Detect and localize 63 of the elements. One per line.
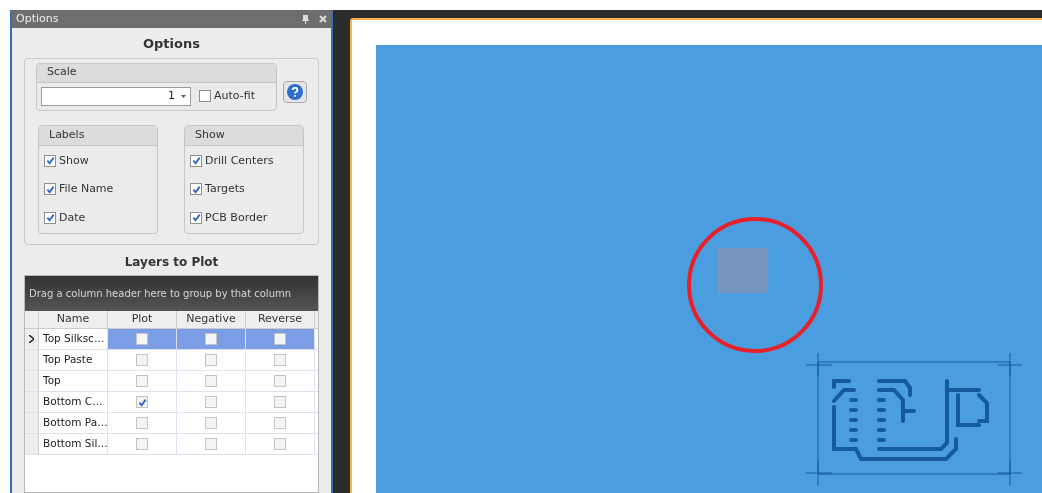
check-icon — [45, 184, 55, 194]
caret-icon — [181, 94, 186, 98]
check-icon — [45, 213, 55, 223]
checkbox[interactable] — [274, 333, 286, 345]
checkbox-label: Show — [59, 152, 89, 169]
checkbox[interactable] — [136, 333, 148, 345]
checkbox[interactable] — [136, 375, 148, 387]
checkbox[interactable] — [274, 417, 286, 429]
table-row[interactable]: Top — [25, 371, 318, 392]
checkbox[interactable] — [199, 90, 211, 102]
checkbox[interactable] — [274, 438, 286, 450]
group-title: Labels — [49, 126, 85, 143]
checkbox[interactable] — [274, 396, 286, 408]
table-row[interactable]: Bottom Pa… — [25, 413, 318, 434]
help-button[interactable] — [283, 80, 307, 103]
group-title: Scale — [47, 64, 77, 81]
checkbox-label: Drill Centers — [205, 152, 274, 169]
checkbox[interactable] — [274, 354, 286, 366]
checkbox[interactable] — [205, 438, 217, 450]
check-icon — [191, 184, 201, 194]
table-row[interactable]: Top Paste — [25, 350, 318, 371]
group-title: Show — [195, 126, 225, 143]
checkbox[interactable] — [136, 417, 148, 429]
column-header[interactable]: Name — [39, 311, 108, 328]
checkbox-label: Date — [59, 209, 86, 226]
table-row[interactable]: Bottom C… — [25, 392, 318, 413]
checkbox-label: Targets — [205, 181, 245, 197]
group-by-hint: Drag a column header here to group by that column — [29, 287, 292, 301]
scale-dropdown[interactable]: 1 — [41, 86, 191, 106]
checkbox[interactable] — [44, 154, 56, 167]
column-header[interactable]: Reverse — [246, 311, 315, 328]
checkbox[interactable] — [205, 354, 217, 366]
checkbox[interactable] — [205, 333, 217, 345]
check-icon — [45, 156, 55, 166]
checkbox[interactable] — [205, 417, 217, 429]
checkbox[interactable] — [44, 211, 56, 224]
help-icon — [287, 83, 303, 100]
table-row[interactable]: Bottom Sil… — [25, 434, 318, 455]
pin-icon[interactable] — [302, 14, 309, 24]
checkbox[interactable] — [274, 375, 286, 387]
panel-title: Options — [16, 10, 59, 27]
checkbox[interactable] — [190, 154, 202, 167]
checkbox-label: PCB Border — [205, 209, 268, 226]
checkbox[interactable] — [205, 396, 217, 408]
column-header[interactable]: Plot — [108, 311, 177, 328]
panel-heading: Options — [143, 35, 200, 53]
checkbox[interactable] — [136, 438, 148, 450]
row-pointer-icon — [29, 335, 34, 343]
check-icon — [137, 397, 147, 407]
checkbox[interactable] — [136, 396, 148, 408]
check-icon — [191, 156, 201, 166]
column-header[interactable]: Negative — [177, 311, 246, 328]
checkbox-label: File Name — [59, 181, 114, 197]
check-icon — [191, 213, 201, 223]
close-icon[interactable] — [319, 15, 327, 23]
checkbox[interactable] — [205, 375, 217, 387]
table-row[interactable]: Top Silksc… — [25, 329, 318, 350]
checkbox[interactable] — [136, 354, 148, 366]
checkbox-label: Auto-fit — [214, 87, 255, 104]
checkbox[interactable] — [44, 183, 56, 196]
checkbox[interactable] — [190, 183, 202, 196]
section-heading: Layers to Plot — [124, 254, 219, 271]
checkbox[interactable] — [190, 211, 202, 224]
